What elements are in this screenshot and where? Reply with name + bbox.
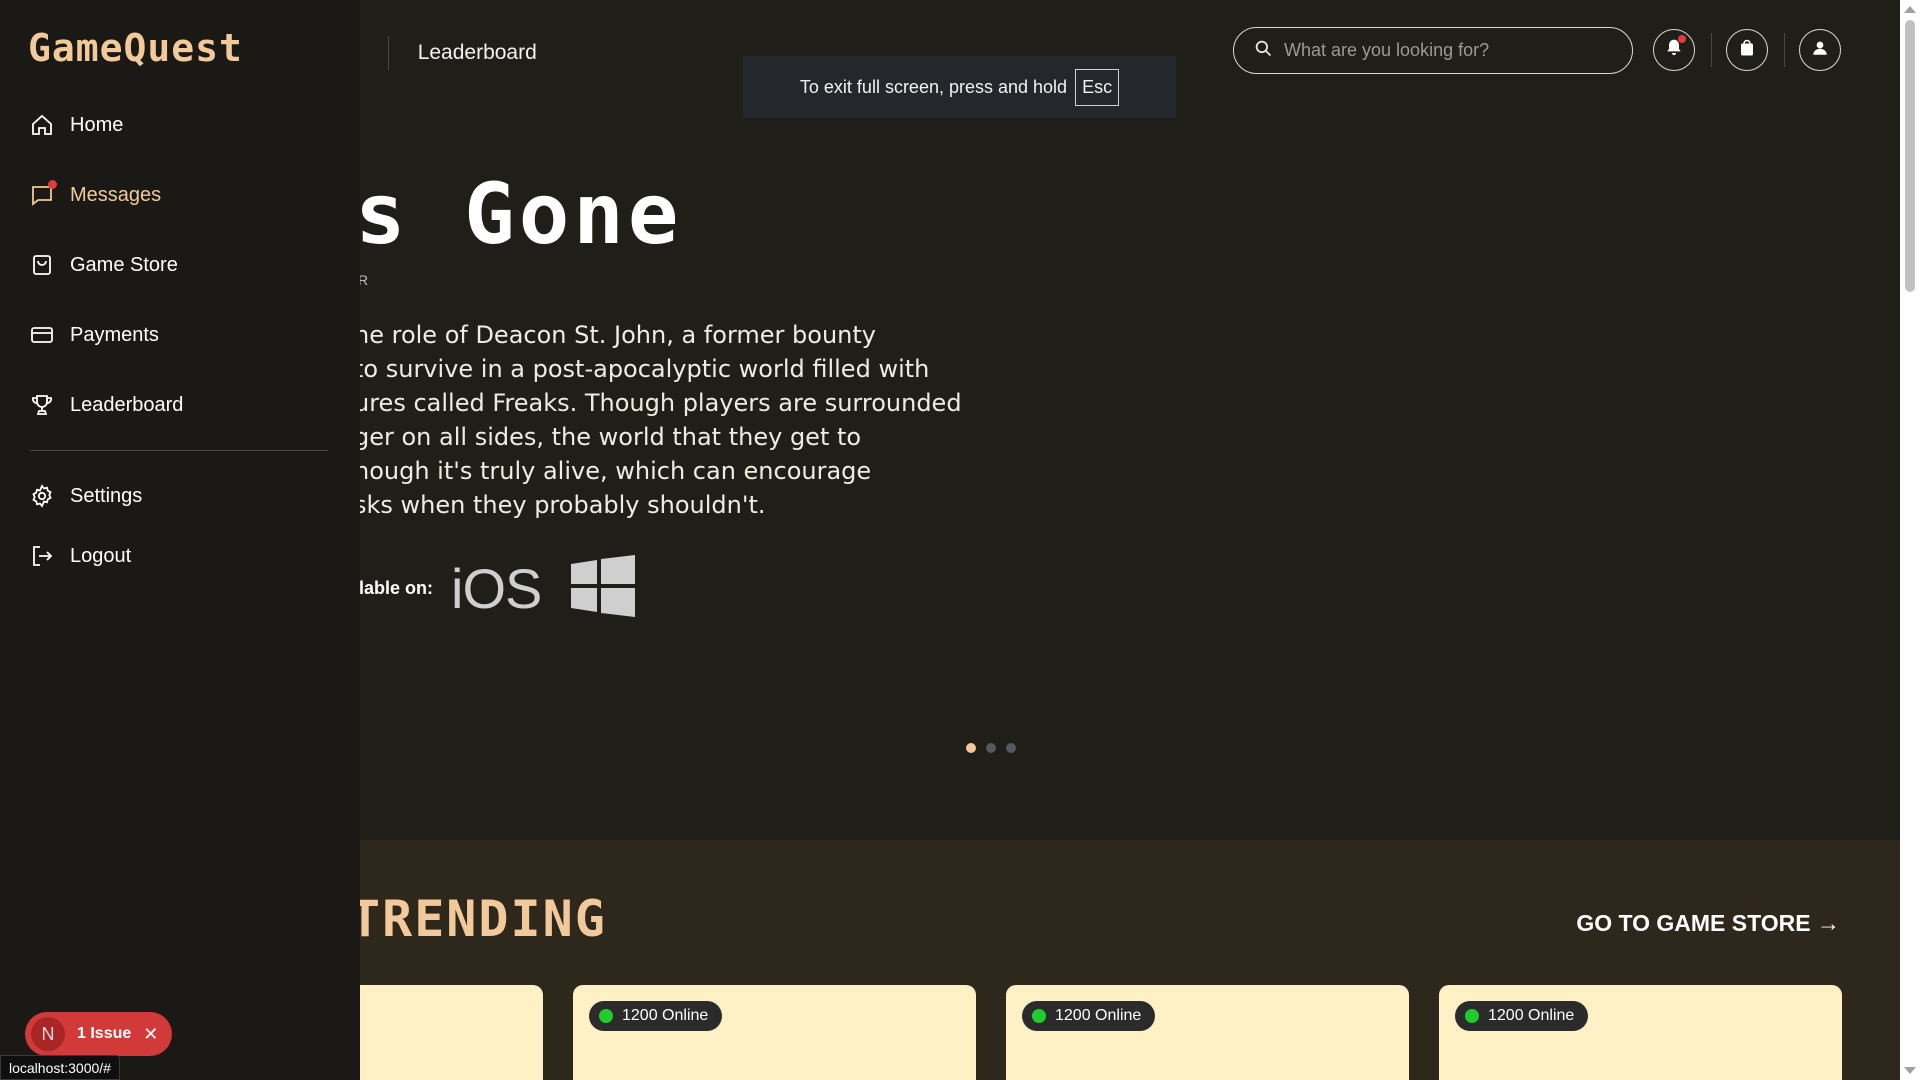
online-status-dot — [1465, 1009, 1479, 1023]
windows-icon — [571, 555, 636, 622]
trending-title: TRENDING — [350, 890, 607, 948]
sidebar-item-game-store[interactable]: Game Store — [30, 253, 178, 277]
notification-dot — [1678, 35, 1686, 43]
sidebar-item-label: Payments — [70, 323, 159, 346]
carousel-dot[interactable] — [986, 743, 996, 753]
store-bag-icon — [30, 253, 54, 277]
issue-count: 1 Issue — [77, 1025, 132, 1042]
status-bar-url: localhost:3000/# — [0, 1055, 120, 1080]
hero-title: s Gone — [355, 165, 683, 263]
game-card[interactable]: 1200 Online — [1439, 985, 1842, 1080]
sidebar-item-label: Leaderboard — [70, 393, 184, 416]
online-count: 1200 Online — [1488, 1007, 1575, 1024]
logout-icon — [30, 544, 54, 568]
fullscreen-exit-toast: To exit full screen, press and hold Esc — [743, 56, 1176, 118]
hero-description: ne role of Deacon St. John, a former bou… — [354, 321, 962, 519]
header-divider — [1711, 33, 1712, 67]
ios-platform-logo: iOS — [451, 557, 542, 620]
user-icon — [1811, 39, 1829, 62]
sidebar-item-payments[interactable]: Payments — [30, 323, 159, 347]
close-icon[interactable]: ✕ — [143, 1024, 158, 1045]
fullscreen-toast-text: To exit full screen, press and hold — [799, 76, 1068, 97]
card-icon — [30, 323, 54, 347]
sidebar-item-label: Game Store — [70, 253, 178, 276]
carousel-dot[interactable] — [1006, 743, 1016, 753]
sidebar: GameQuest Home Messages Game Store Payme… — [0, 0, 360, 1080]
sidebar-item-home[interactable]: Home — [30, 113, 123, 137]
scroll-down-arrow-icon[interactable] — [1904, 1067, 1916, 1074]
game-card[interactable] — [340, 985, 543, 1080]
nextjs-logo: N — [31, 1017, 65, 1051]
sidebar-item-label: Home — [70, 113, 124, 136]
nav-link-leaderboard[interactable]: Leaderboard — [418, 41, 537, 65]
trophy-icon — [30, 393, 54, 417]
online-badge: 1200 Online — [589, 1001, 723, 1031]
top-nav: re Leaderboard — [340, 36, 537, 70]
message-icon — [30, 180, 57, 207]
online-count: 1200 Online — [622, 1007, 709, 1024]
sidebar-item-logout[interactable]: Logout — [30, 544, 131, 568]
available-label: ilable on: — [354, 578, 434, 598]
online-count: 1200 Online — [1055, 1007, 1142, 1024]
cart-button[interactable] — [1726, 29, 1768, 71]
sidebar-item-label: Messages — [70, 183, 162, 206]
shopping-bag-icon — [1738, 39, 1756, 62]
scrollbar-thumb[interactable] — [1905, 20, 1915, 292]
notifications-button[interactable] — [1653, 29, 1695, 71]
search-input[interactable] — [1284, 40, 1614, 61]
online-badge: 1200 Online — [1455, 1001, 1589, 1031]
sidebar-item-leaderboard[interactable]: Leaderboard — [30, 393, 183, 417]
sidebar-item-messages[interactable]: Messages — [30, 180, 162, 207]
carousel-dot[interactable] — [966, 743, 976, 753]
sidebar-divider — [30, 450, 328, 451]
game-card[interactable]: 1200 Online — [1006, 985, 1409, 1080]
unread-dot — [48, 180, 57, 189]
app-logo[interactable]: GameQuest — [28, 26, 243, 70]
nav-divider — [387, 36, 389, 70]
search-icon — [1254, 39, 1272, 62]
scroll-up-arrow-icon[interactable] — [1904, 6, 1916, 13]
carousel-dots — [966, 743, 1016, 753]
online-badge: 1200 Online — [1022, 1001, 1156, 1031]
online-status-dot — [1032, 1009, 1046, 1023]
sidebar-item-settings[interactable]: Settings — [30, 484, 142, 508]
search-bar[interactable] — [1233, 27, 1633, 74]
platform-availability: ilable on: iOS — [354, 555, 636, 622]
online-status-dot — [599, 1009, 613, 1023]
home-icon — [30, 113, 54, 137]
esc-key-hint: Esc — [1075, 68, 1120, 106]
sidebar-item-label: Settings — [70, 484, 143, 507]
page-scrollbar[interactable] — [1900, 0, 1920, 1080]
game-card[interactable]: 1200 Online — [573, 985, 976, 1080]
sidebar-item-label: Logout — [70, 544, 132, 567]
dev-issues-badge[interactable]: N 1 Issue ✕ — [25, 1012, 173, 1056]
header-divider — [1784, 33, 1785, 67]
profile-button[interactable] — [1799, 29, 1841, 71]
gear-icon — [30, 484, 54, 508]
go-to-store-link[interactable]: GO TO GAME STORE → — [1576, 910, 1840, 937]
